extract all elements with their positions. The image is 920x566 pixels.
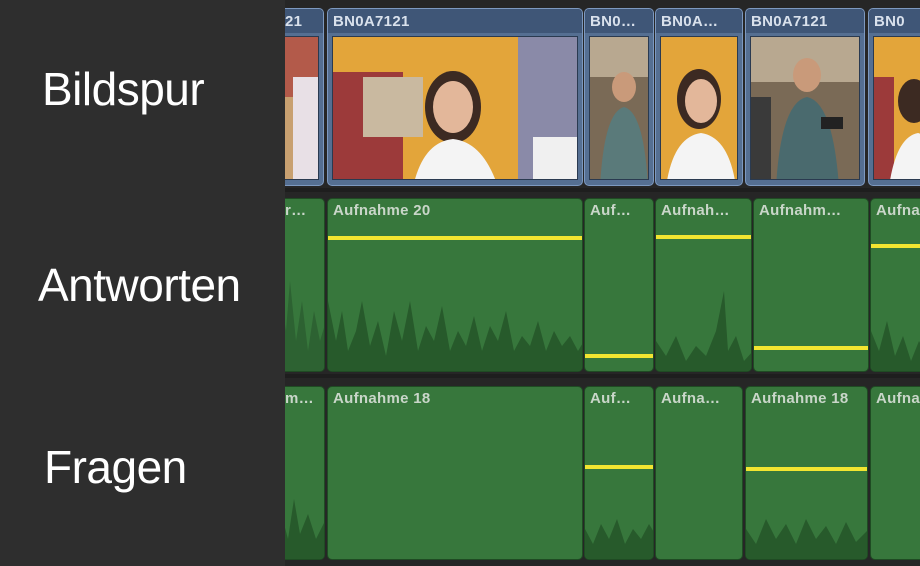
waveform: [871, 321, 920, 371]
audio-clip[interactable]: Aufnah…: [655, 198, 752, 372]
waveform: [585, 519, 653, 559]
answers-lane: r… Aufnahme 20 Auf… Aufnah… Aufnahm… Auf…: [285, 198, 920, 372]
audio-clip[interactable]: Auf…: [584, 386, 654, 560]
video-clip[interactable]: BN0…: [584, 8, 654, 186]
track-label-questions: Fragen: [44, 441, 187, 493]
clip-title: Aufna: [876, 202, 920, 219]
timeline[interactable]: 21 BN0A7121 BN0… BN0A… BN0A7121 BN0 r… A…: [285, 0, 920, 566]
clip-thumbnail: [332, 36, 578, 180]
video-lane: 21 BN0A7121 BN0… BN0A… BN0A7121 BN0: [285, 8, 920, 186]
clip-thumbnail: [873, 36, 920, 180]
clip-title: Auf…: [590, 202, 632, 219]
clip-title: BN0A7121: [328, 9, 582, 33]
volume-line[interactable]: [746, 467, 867, 471]
volume-line[interactable]: [328, 236, 582, 240]
clip-title: Auf…: [590, 390, 632, 407]
clip-title: r…: [285, 202, 307, 219]
video-clip[interactable]: BN0A…: [655, 8, 743, 186]
audio-clip[interactable]: m…: [285, 386, 325, 560]
audio-clip[interactable]: Aufnahme 18: [745, 386, 868, 560]
clip-title: 21: [285, 9, 323, 33]
questions-lane: m… Aufnahme 18 Auf… Aufna… Aufnahme 18 A…: [285, 386, 920, 560]
volume-line[interactable]: [754, 346, 868, 350]
video-clip[interactable]: 21: [285, 8, 324, 186]
clip-title: Aufnahm…: [759, 202, 842, 219]
clip-title: BN0: [869, 9, 920, 33]
waveform: [746, 519, 867, 559]
clip-thumbnail: [589, 36, 649, 180]
audio-clip[interactable]: Aufnahme 20: [327, 198, 583, 372]
clip-title: BN0…: [585, 9, 653, 33]
audio-clip[interactable]: Aufna: [870, 198, 920, 372]
waveform: [328, 301, 582, 371]
volume-line[interactable]: [871, 244, 920, 248]
audio-clip[interactable]: Aufna…: [655, 386, 743, 560]
waveform: [656, 291, 751, 371]
audio-clip[interactable]: Aufnahm…: [753, 198, 869, 372]
clip-title: Aufna…: [661, 390, 721, 407]
waveform: [285, 499, 324, 559]
clip-thumbnail: [285, 36, 319, 180]
volume-line[interactable]: [656, 235, 751, 239]
clip-thumbnail: [750, 36, 860, 180]
clip-title: Aufna: [876, 390, 920, 407]
clip-title: BN0A…: [656, 9, 742, 33]
track-label-answers: Antworten: [38, 259, 241, 311]
clip-title: BN0A7121: [746, 9, 864, 33]
volume-line[interactable]: [585, 465, 653, 469]
volume-line[interactable]: [585, 354, 653, 358]
lane-divider: [285, 188, 920, 192]
video-clip[interactable]: BN0A7121: [745, 8, 865, 186]
audio-clip[interactable]: Aufnahme 18: [327, 386, 583, 560]
track-labels-panel: Bildspur Antworten Fragen: [0, 0, 285, 566]
clip-title: Aufnahme 18: [333, 390, 431, 407]
waveform: [285, 281, 324, 371]
clip-title: m…: [285, 390, 314, 407]
video-clip[interactable]: BN0A7121: [327, 8, 583, 186]
clip-title: Aufnah…: [661, 202, 730, 219]
clip-title: Aufnahme 18: [751, 390, 849, 407]
audio-clip[interactable]: r…: [285, 198, 325, 372]
audio-clip[interactable]: Auf…: [584, 198, 654, 372]
clip-title: Aufnahme 20: [333, 202, 431, 219]
lane-divider: [285, 374, 920, 378]
video-clip[interactable]: BN0: [868, 8, 920, 186]
clip-thumbnail: [660, 36, 738, 180]
track-label-video: Bildspur: [42, 63, 205, 115]
audio-clip[interactable]: Aufna: [870, 386, 920, 560]
